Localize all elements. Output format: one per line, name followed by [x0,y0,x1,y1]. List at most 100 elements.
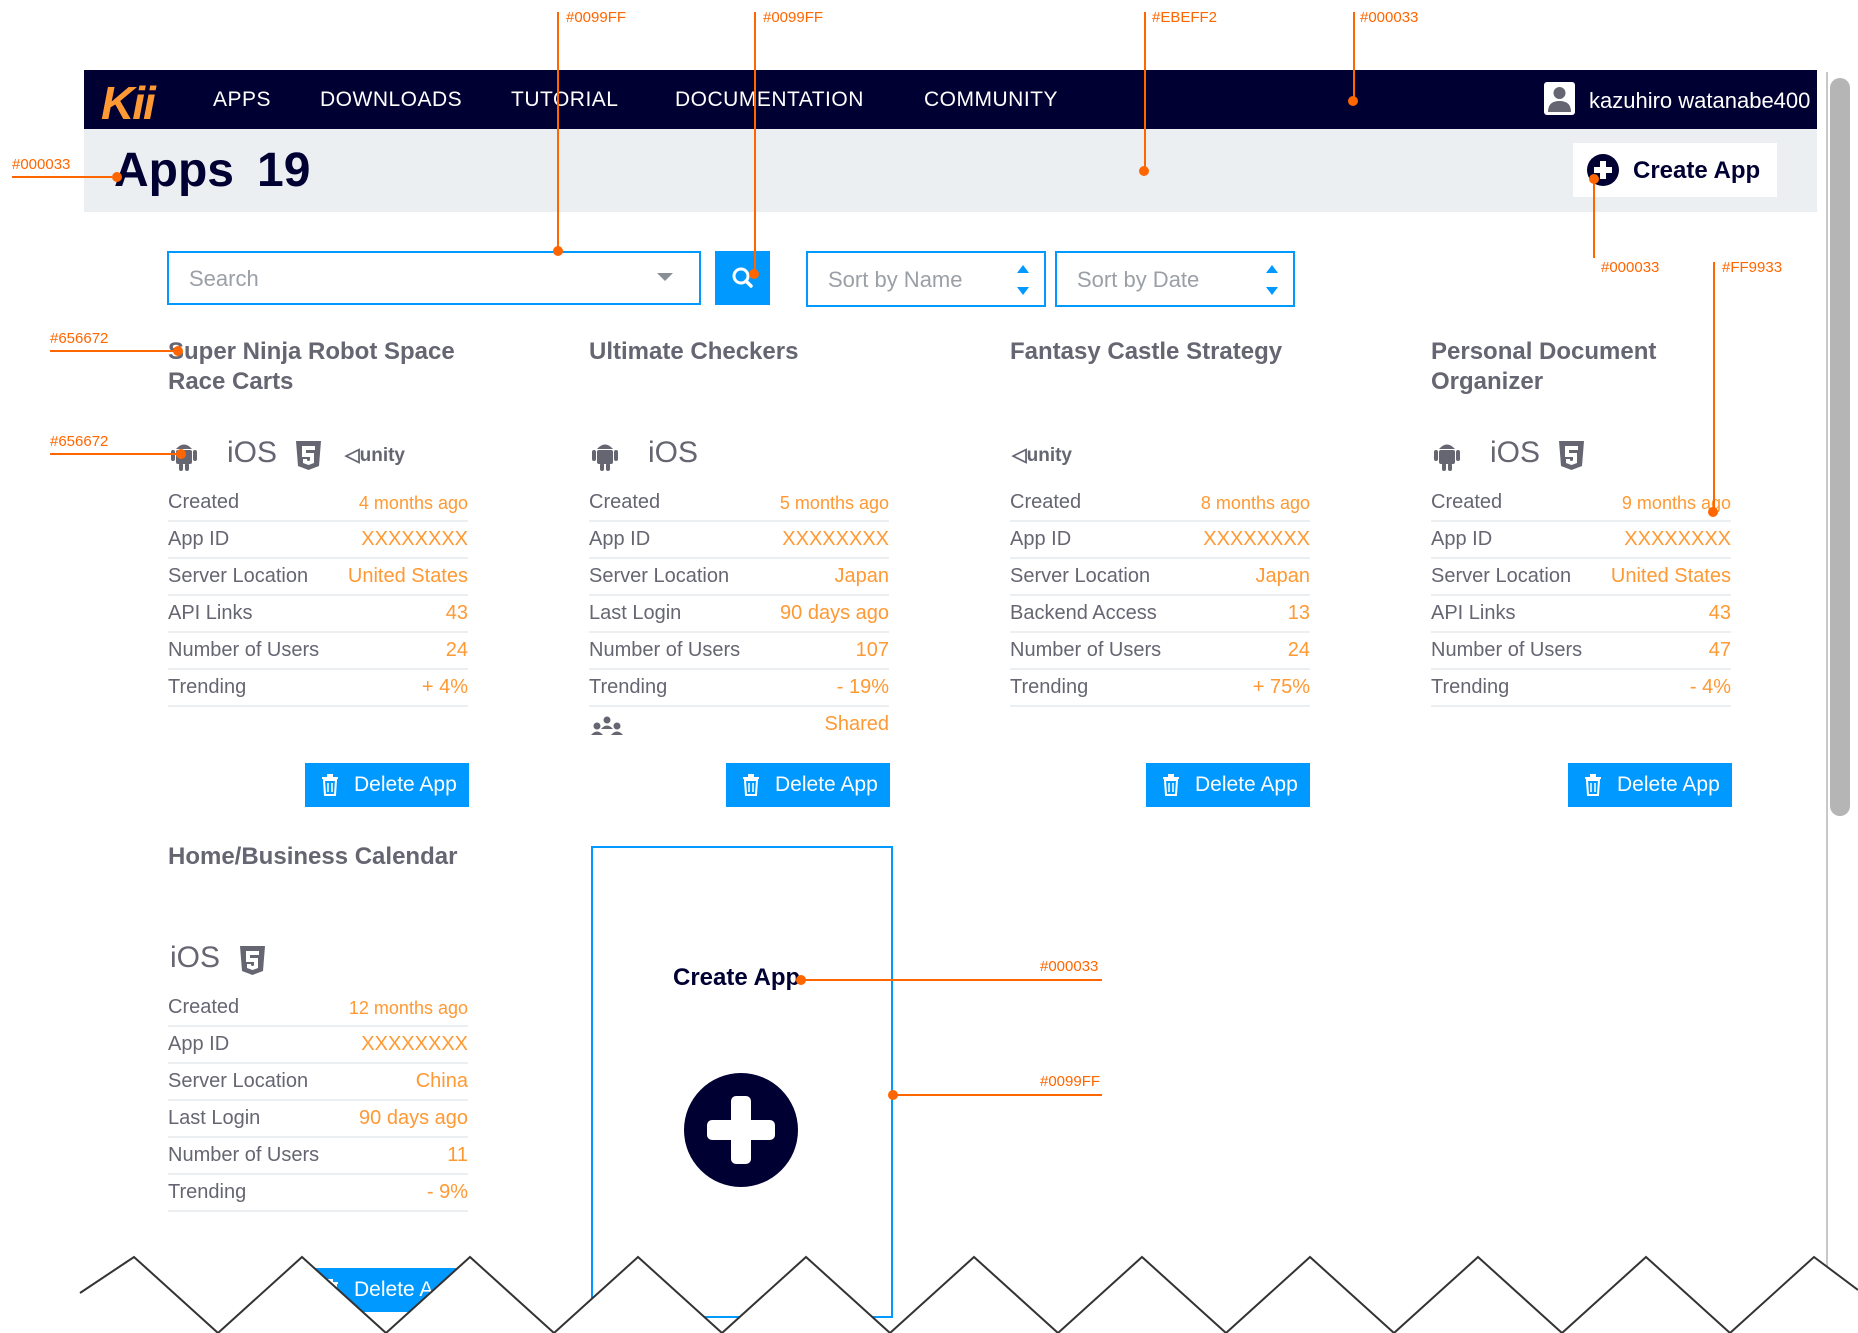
app-title[interactable]: Super Ninja Robot Space Race Carts [168,337,488,397]
stat-label: Created [589,491,661,513]
stat-label: Server Location [1010,565,1151,587]
delete-app-button[interactable]: Delete App [1568,763,1732,807]
annotation-dot [173,346,183,356]
stat-row-api-links: API Links 43 [168,596,468,633]
stat-value: 43 [445,602,468,624]
app-stats: Created 12 months ago App ID XXXXXXXX Serv… [168,990,468,1212]
stat-value: XXXXXXXX [1624,528,1731,550]
stat-value: XXXXXXXX [1203,528,1310,550]
app-title[interactable]: Fantasy Castle Strategy [1010,337,1330,367]
stat-row-trending: Trending - 9% [168,1175,468,1212]
delete-app-label: Delete App [1617,773,1720,796]
stat-value: + 4% [421,676,468,698]
user-name[interactable]: kazuhiro watanabe400 [1589,88,1810,114]
page-header: Apps 19 Create App [84,129,1817,212]
stat-row-app-id: App ID XXXXXXXX [168,522,468,559]
sort-by-name-select[interactable]: Sort by Name [806,251,1046,307]
stat-value: 5 months ago [779,493,889,513]
stat-row-server-location: Server Location United States [168,559,468,596]
stat-value: - 19% [836,676,889,698]
html5-icon [296,441,321,470]
stat-row-app-id: App ID XXXXXXXX [1010,522,1310,559]
stat-value: 12 months ago [348,998,468,1018]
create-app-card-label: Create App [673,964,801,991]
create-app-label: Create App [1633,157,1761,184]
annotation-line [12,176,112,178]
trash-icon [743,774,759,796]
stat-label: App ID [1431,528,1493,550]
stat-row-created: Created 8 months ago [1010,485,1310,522]
search-icon [732,267,753,288]
app-title[interactable]: Home/Business Calendar [168,842,488,872]
stat-label: App ID [589,528,651,550]
sort-by-name-label: Sort by Name [828,267,963,292]
stat-value: 13 [1287,602,1310,624]
stat-value: China [415,1070,468,1092]
annotation-label: #0099FF [566,9,627,26]
annotation-dot [176,449,186,459]
stat-row-created: Created 4 months ago [168,485,468,522]
stat-label: Trending [1431,676,1510,698]
stat-row-created: Created 5 months ago [589,485,889,522]
android-icon [592,444,618,471]
search-button[interactable] [715,251,770,305]
nav-item-downloads[interactable]: DOWNLOADS [320,88,462,112]
stat-label: Number of Users [589,639,741,661]
stat-value: 47 [1708,639,1731,661]
nav-item-apps[interactable]: APPS [213,88,271,112]
app-stats: Created 8 months ago App ID XXXXXXXX Serve… [1010,485,1310,707]
create-app-button[interactable]: Create App [1573,143,1777,197]
delete-app-label: Delete App [354,773,457,796]
shared-label: Shared [824,713,890,735]
app-title[interactable]: Personal Document Organizer [1431,337,1751,397]
stat-label: Number of Users [168,1144,320,1166]
delete-app-button[interactable]: Delete App [726,763,890,807]
plus-circle-icon[interactable] [684,1073,798,1187]
search-combobox[interactable] [167,251,701,305]
annotation-label: #000033 [12,156,71,173]
stat-row-created: Created 9 months ago [1431,485,1731,522]
annotation-line [1144,12,1146,170]
delete-app-button[interactable]: Delete App [305,763,469,807]
scrollbar-thumb[interactable] [1830,78,1850,816]
annotation-line [1713,262,1715,512]
stat-row-shared: Shared [589,707,889,744]
user-avatar-icon[interactable] [1544,82,1575,115]
stat-value: 107 [855,639,889,661]
annotation-dot [1708,507,1718,517]
trash-icon [1585,774,1601,796]
stat-label: Trending [1010,676,1089,698]
stat-row-last-login: Last Login 90 days ago [589,596,889,633]
kii-logo[interactable]: Kii [101,76,156,130]
stat-row-app-id: App ID XXXXXXXX [1431,522,1731,559]
annotation-line [50,350,178,352]
annotation-label: #000033 [1601,259,1660,276]
nav-item-community[interactable]: COMMUNITY [924,88,1058,112]
stat-value: United States [1610,565,1731,587]
annotation-line [800,979,1102,981]
chevron-down-icon[interactable] [657,273,673,281]
ios-icon: iOS [1490,436,1541,469]
app-stats: Created 4 months ago App ID XXXXXXXX Serve… [168,485,468,707]
android-icon [1434,444,1460,471]
top-nav-bar: Kii APPS DOWNLOADS TUTORIAL DOCUMENTATIO… [84,70,1817,129]
create-app-card[interactable]: Create App [591,846,893,1318]
stat-value: XXXXXXXX [361,528,468,550]
stat-label: API Links [1431,602,1516,624]
nav-item-documentation[interactable]: DOCUMENTATION [675,88,864,112]
stat-value: 24 [1287,639,1310,661]
html5-icon [1559,441,1584,470]
sort-by-date-select[interactable]: Sort by Date [1055,251,1295,307]
stat-row-users: Number of Users 47 [1431,633,1731,670]
stat-row-last-login: Last Login 90 days ago [168,1101,468,1138]
delete-app-button[interactable]: Delete App [1146,763,1310,807]
stat-value: 4 months ago [358,493,468,513]
sort-arrows-icon [1266,265,1278,295]
search-input[interactable] [169,253,661,305]
nav-item-tutorial[interactable]: TUTORIAL [511,88,618,112]
stat-value: Japan [1255,565,1311,587]
stat-value: Japan [834,565,890,587]
app-title[interactable]: Ultimate Checkers [589,337,909,367]
annotation-label: #000033 [1040,958,1099,975]
stat-row-trending: Trending + 4% [168,670,468,707]
